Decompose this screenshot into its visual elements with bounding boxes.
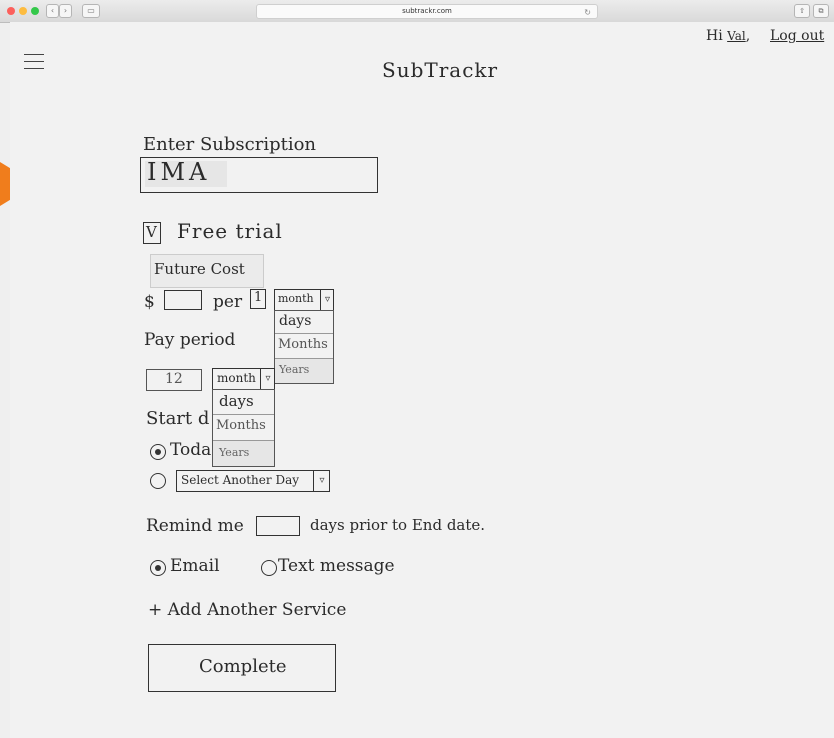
pay-period-dropdown: days Months Years — [212, 389, 275, 467]
sidebar-toggle-icon[interactable]: ▭ — [82, 4, 100, 18]
pay-period-unit-selected: month — [217, 371, 256, 385]
complete-button-label: Complete — [199, 656, 287, 677]
another-day-radio[interactable] — [150, 473, 166, 489]
address-bar-text: subtrackr.com — [402, 7, 452, 15]
check-mark-icon: V — [146, 223, 157, 241]
remind-suffix: days prior to End date. — [310, 516, 486, 534]
hamburger-icon — [24, 52, 46, 72]
future-cost-label: Future Cost — [154, 260, 245, 278]
email-label: Email — [170, 556, 220, 576]
today-label: Toda — [170, 440, 212, 460]
select-another-day-select[interactable]: Select Another Day ▿ — [176, 470, 330, 492]
today-radio[interactable] — [150, 444, 166, 460]
pay-period-option-days[interactable]: days — [219, 392, 254, 410]
sketch-page: Hi Val, Log out SubTrackr Enter Subscrip… — [10, 22, 834, 738]
per-number-value: 1 — [254, 290, 263, 305]
per-label: per — [213, 292, 243, 312]
add-service-link[interactable]: + Add Another Service — [148, 600, 346, 620]
subscription-input[interactable]: IMA — [140, 157, 378, 193]
logout-link[interactable]: Log out — [770, 28, 824, 44]
pay-period-option-months[interactable]: Months — [216, 418, 266, 433]
pay-period-option-years[interactable]: Years — [219, 446, 249, 459]
share-icon[interactable]: ⇧ — [794, 4, 810, 18]
pay-period-value: 12 — [165, 371, 183, 387]
chevron-down-icon[interactable]: ▿ — [313, 471, 330, 491]
per-unit-option-months[interactable]: Months — [278, 337, 328, 352]
user-greeting: Hi Val, — [706, 28, 750, 44]
pay-period-unit-select[interactable]: month ▿ — [212, 368, 275, 390]
per-unit-option-years[interactable]: Years — [279, 363, 309, 376]
start-date-label: Start d — [146, 408, 210, 429]
address-bar[interactable]: subtrackr.com ↻ — [256, 4, 598, 19]
cost-input[interactable] — [164, 290, 202, 310]
chevron-down-icon[interactable]: ▿ — [260, 369, 275, 389]
greeting-text: Hi — [706, 28, 723, 44]
per-unit-select[interactable]: month ▿ — [274, 289, 334, 311]
option-divider — [213, 414, 274, 415]
subscription-input-value: IMA — [147, 158, 211, 186]
user-name[interactable]: Val — [727, 29, 746, 43]
free-trial-checkbox[interactable]: V — [143, 222, 161, 244]
currency-symbol: $ — [144, 292, 155, 312]
page-title: SubTrackr — [382, 58, 499, 82]
tabs-icon[interactable]: ⧉ — [813, 4, 829, 18]
pay-period-label: Pay period — [144, 330, 236, 350]
remind-prefix: Remind me — [146, 516, 244, 536]
zoom-window-icon[interactable] — [31, 7, 39, 15]
radio-selected-dot — [155, 565, 161, 571]
forward-icon[interactable]: › — [59, 4, 72, 18]
back-icon[interactable]: ‹ — [46, 4, 59, 18]
radio-selected-dot — [155, 449, 161, 455]
email-radio[interactable] — [150, 560, 166, 576]
per-unit-dropdown: days Months Years — [274, 310, 334, 384]
free-trial-label: Free trial — [177, 219, 283, 243]
text-message-label: Text message — [278, 556, 395, 576]
per-unit-option-days[interactable]: days — [279, 313, 311, 329]
text-message-radio[interactable] — [261, 560, 277, 576]
pay-period-input[interactable]: 12 — [146, 369, 202, 391]
subscription-label: Enter Subscription — [143, 134, 317, 155]
browser-toolbar: ‹ › ▭ subtrackr.com ↻ ⇧ ⧉ — [0, 0, 834, 23]
select-another-day-label: Select Another Day — [181, 473, 299, 487]
chevron-down-icon[interactable]: ▿ — [320, 290, 334, 310]
menu-button[interactable] — [24, 52, 46, 72]
greeting-separator: , — [745, 28, 751, 44]
reload-icon[interactable]: ↻ — [584, 6, 591, 19]
per-unit-selected: month — [278, 292, 314, 305]
minimize-window-icon[interactable] — [19, 7, 27, 15]
option-divider — [275, 333, 333, 334]
remind-days-input[interactable] — [256, 516, 300, 536]
per-number-input[interactable]: 1 — [250, 289, 266, 309]
complete-button[interactable]: Complete — [148, 644, 336, 692]
close-window-icon[interactable] — [7, 7, 15, 15]
